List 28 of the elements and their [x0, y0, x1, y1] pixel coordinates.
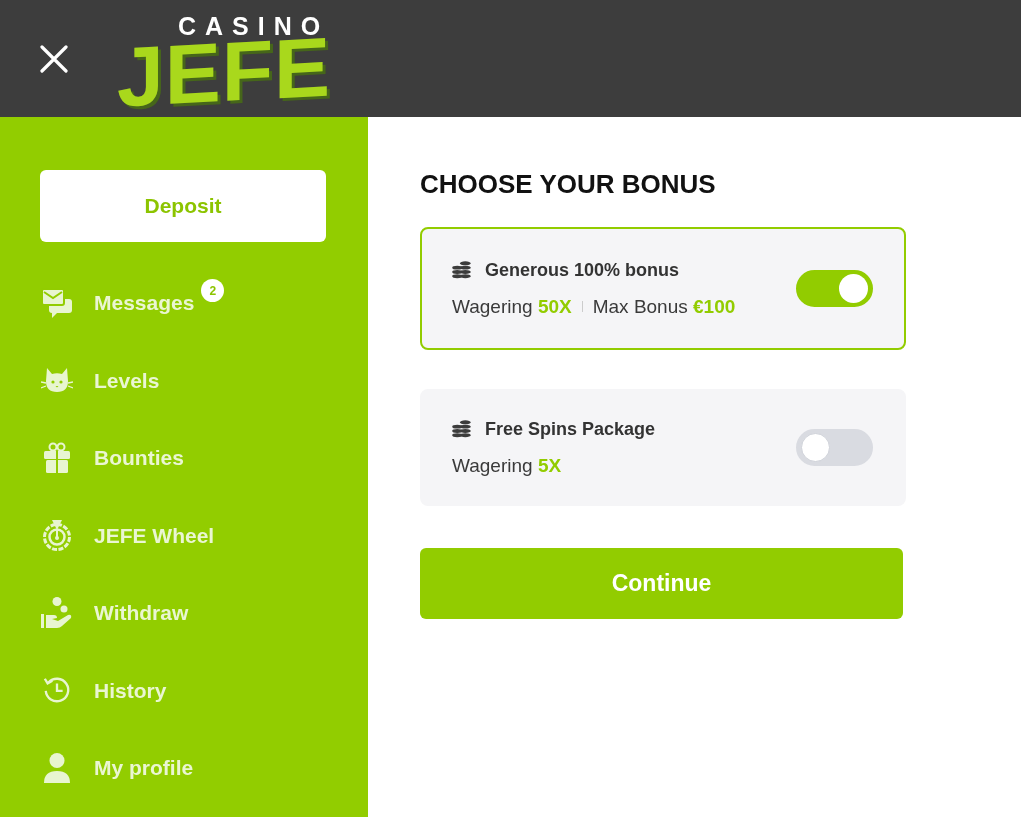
coins-icon: [452, 419, 471, 438]
bonus-title: Free Spins Package: [485, 417, 656, 440]
menu-item[interactable]: My profile: [40, 752, 194, 784]
count-badge: 2: [201, 279, 225, 303]
menu-item[interactable]: Levels: [40, 364, 160, 396]
bonus-detail: Wagering 5X: [452, 453, 562, 478]
coins-icon: [452, 260, 471, 279]
bonus-title: Generous 100% bonus: [485, 258, 680, 281]
toggle-switch[interactable]: [796, 429, 873, 466]
toggle-switch[interactable]: [796, 270, 873, 307]
envelope-chat-icon: [41, 287, 73, 318]
menu-item[interactable]: Withdraw: [40, 596, 189, 629]
gift-icon: [43, 441, 71, 474]
close-icon[interactable]: [40, 44, 68, 73]
deposit-button[interactable]: Deposit: [40, 170, 326, 242]
menu-item[interactable]: Messages: [40, 287, 195, 319]
section-title: CHOOSE YOUR BONUS: [420, 168, 716, 201]
user-icon: [43, 752, 71, 783]
menu-item[interactable]: History: [40, 674, 167, 706]
bonus-detail: Wagering 50X: [452, 294, 572, 319]
wheel-icon: [42, 519, 72, 552]
hand-coins-icon: [40, 596, 74, 629]
continue-button[interactable]: Continue: [420, 548, 903, 619]
bonus-detail: Max Bonus €100: [592, 294, 736, 319]
cat-icon: [41, 367, 73, 394]
menu-item[interactable]: JEFE Wheel: [40, 519, 215, 552]
menu-item[interactable]: Bounties: [40, 441, 184, 474]
logo-top-text: CASINO: [177, 12, 330, 39]
